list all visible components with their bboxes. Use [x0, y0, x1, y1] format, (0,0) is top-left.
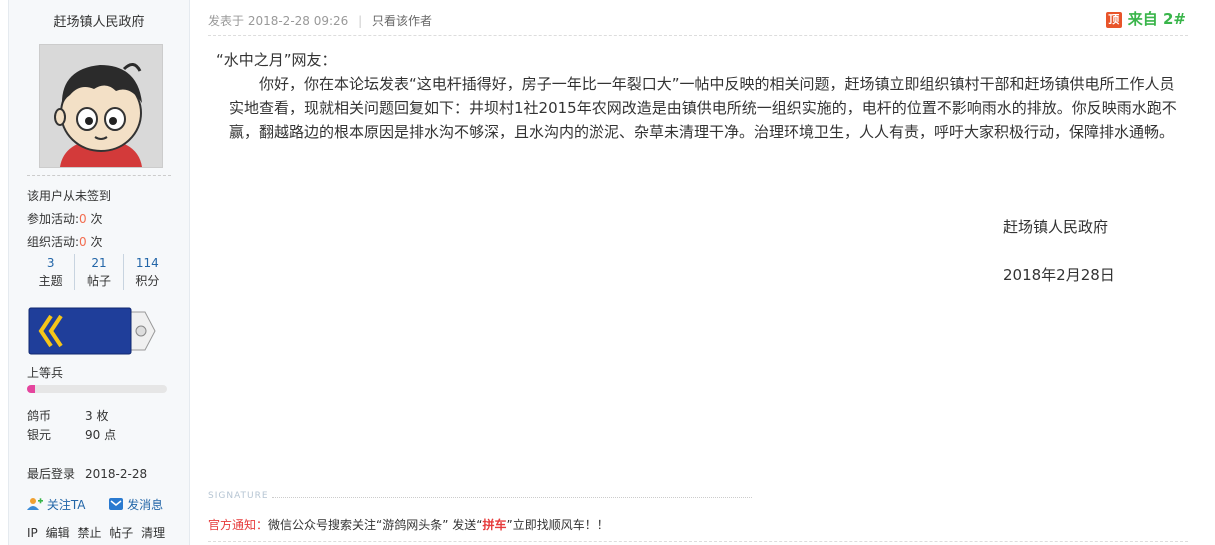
author-name[interactable]: 赶场镇人民政府	[9, 11, 189, 30]
rank-insignia-icon	[28, 307, 156, 355]
stat-threads[interactable]: 3 主题	[27, 254, 76, 290]
checkin-status: 该用户从未签到	[27, 189, 112, 203]
notice-label: 官方通知：	[208, 518, 269, 532]
rank-title[interactable]: 上等兵	[27, 364, 63, 381]
post-main: 发表于 2018-2-28 09:26 | 只看该作者 顶来自 2# “水中之月…	[208, 0, 1188, 545]
author-stats: 3 主题 21 帖子 114 积分	[27, 254, 171, 290]
organize-activity-label: 组织活动:	[27, 235, 80, 249]
stat-points-value[interactable]: 114	[124, 254, 171, 272]
rank-progress-bar	[27, 385, 167, 393]
currency-silver: 银元 90 点	[27, 426, 116, 443]
sign-org: 赶场镇人民政府	[1003, 218, 1109, 236]
author-sidebar: 赶场镇人民政府 该用户从未签到 参加活动:0 次 组织活动:0 次 3 主题 2…	[8, 0, 190, 545]
notice-text-end: ”立即找顺风车！！	[506, 518, 609, 532]
message-label[interactable]: 发消息	[127, 498, 163, 512]
last-login: 最后登录 2018-2-28	[27, 465, 147, 482]
admin-ban-link[interactable]: 禁止	[77, 526, 101, 540]
stat-threads-value[interactable]: 3	[27, 254, 74, 272]
join-activity-label: 参加活动:	[27, 212, 80, 226]
divider	[208, 541, 1188, 542]
notice-text: 微信公众号搜索关注“游鸽网头条” 发送“	[268, 518, 483, 532]
post-time: 发表于 2018-2-28 09:26	[208, 14, 349, 28]
currency-value: 90 点	[85, 428, 117, 442]
follow-button[interactable]: 关注TA	[27, 498, 99, 512]
message-icon	[109, 498, 124, 510]
separator: |	[358, 14, 363, 28]
signature-divider	[272, 497, 752, 498]
admin-links: IP 编辑 禁止 帖子 清理	[27, 524, 169, 541]
divider	[208, 35, 1188, 36]
join-activity-unit: 次	[90, 212, 103, 226]
post-body: 你好，你在本论坛发表“这电杆插得好，房子一年比一年裂口大”一帖中反映的相关问题，…	[229, 75, 1177, 141]
author-actions: 关注TA 发消息	[27, 496, 183, 513]
floor-indicator: 顶来自 2#	[1105, 8, 1186, 29]
follow-label[interactable]: 关注TA	[47, 498, 86, 512]
notice-keyword: 拼车	[482, 518, 507, 532]
admin-ip-link[interactable]: IP	[27, 526, 38, 540]
currency-label: 鸽币	[27, 409, 52, 423]
divider	[27, 175, 171, 176]
sign-date: 2018年2月28日	[1003, 266, 1115, 284]
admin-clean-link[interactable]: 清理	[141, 526, 165, 540]
official-notice: 官方通知：微信公众号搜索关注“游鸽网头条” 发送“拼车”立即找顺风车！！	[208, 516, 609, 533]
post-info: 发表于 2018-2-28 09:26 | 只看该作者	[208, 12, 432, 29]
follow-user-icon	[27, 498, 43, 510]
join-activity-count: 0	[79, 212, 87, 226]
stat-posts[interactable]: 21 帖子	[75, 254, 124, 290]
organize-activity-line: 组织活动:0 次	[27, 233, 103, 250]
post-content: “水中之月”网友： 你好，你在本论坛发表“这电杆插得好，房子一年比一年裂口大”一…	[208, 48, 1183, 144]
cartoon-boy-avatar-icon	[40, 45, 162, 167]
admin-posts-link[interactable]: 帖子	[109, 526, 133, 540]
stat-points[interactable]: 114 积分	[124, 254, 171, 290]
join-activity-line: 参加活动:0 次	[27, 210, 103, 227]
last-login-label: 最后登录	[27, 467, 76, 481]
currency-pigeon: 鸽币 3 枚	[27, 407, 108, 424]
avatar[interactable]	[39, 44, 163, 168]
last-login-value: 2018-2-28	[85, 467, 148, 481]
admin-edit-link[interactable]: 编辑	[46, 526, 70, 540]
currency-value: 3 枚	[85, 409, 109, 423]
stat-posts-label[interactable]: 帖子	[75, 272, 122, 290]
stat-threads-label[interactable]: 主题	[27, 272, 74, 290]
message-button[interactable]: 发消息	[109, 498, 173, 512]
stat-posts-value[interactable]: 21	[75, 254, 122, 272]
rank-progress-fill	[27, 385, 36, 393]
organize-activity-unit: 次	[90, 235, 103, 249]
currency-label: 银元	[27, 428, 52, 442]
organize-activity-count: 0	[79, 235, 87, 249]
signature-label: SIGNATURE	[208, 491, 269, 501]
only-author-link[interactable]: 只看该作者	[372, 14, 432, 28]
bump-top-icon[interactable]: 顶	[1105, 12, 1122, 28]
floor-number[interactable]: 来自 2#	[1128, 10, 1186, 28]
rank-badge	[27, 306, 157, 356]
stat-points-label[interactable]: 积分	[124, 272, 171, 290]
post-greeting: “水中之月”网友：	[216, 51, 337, 69]
